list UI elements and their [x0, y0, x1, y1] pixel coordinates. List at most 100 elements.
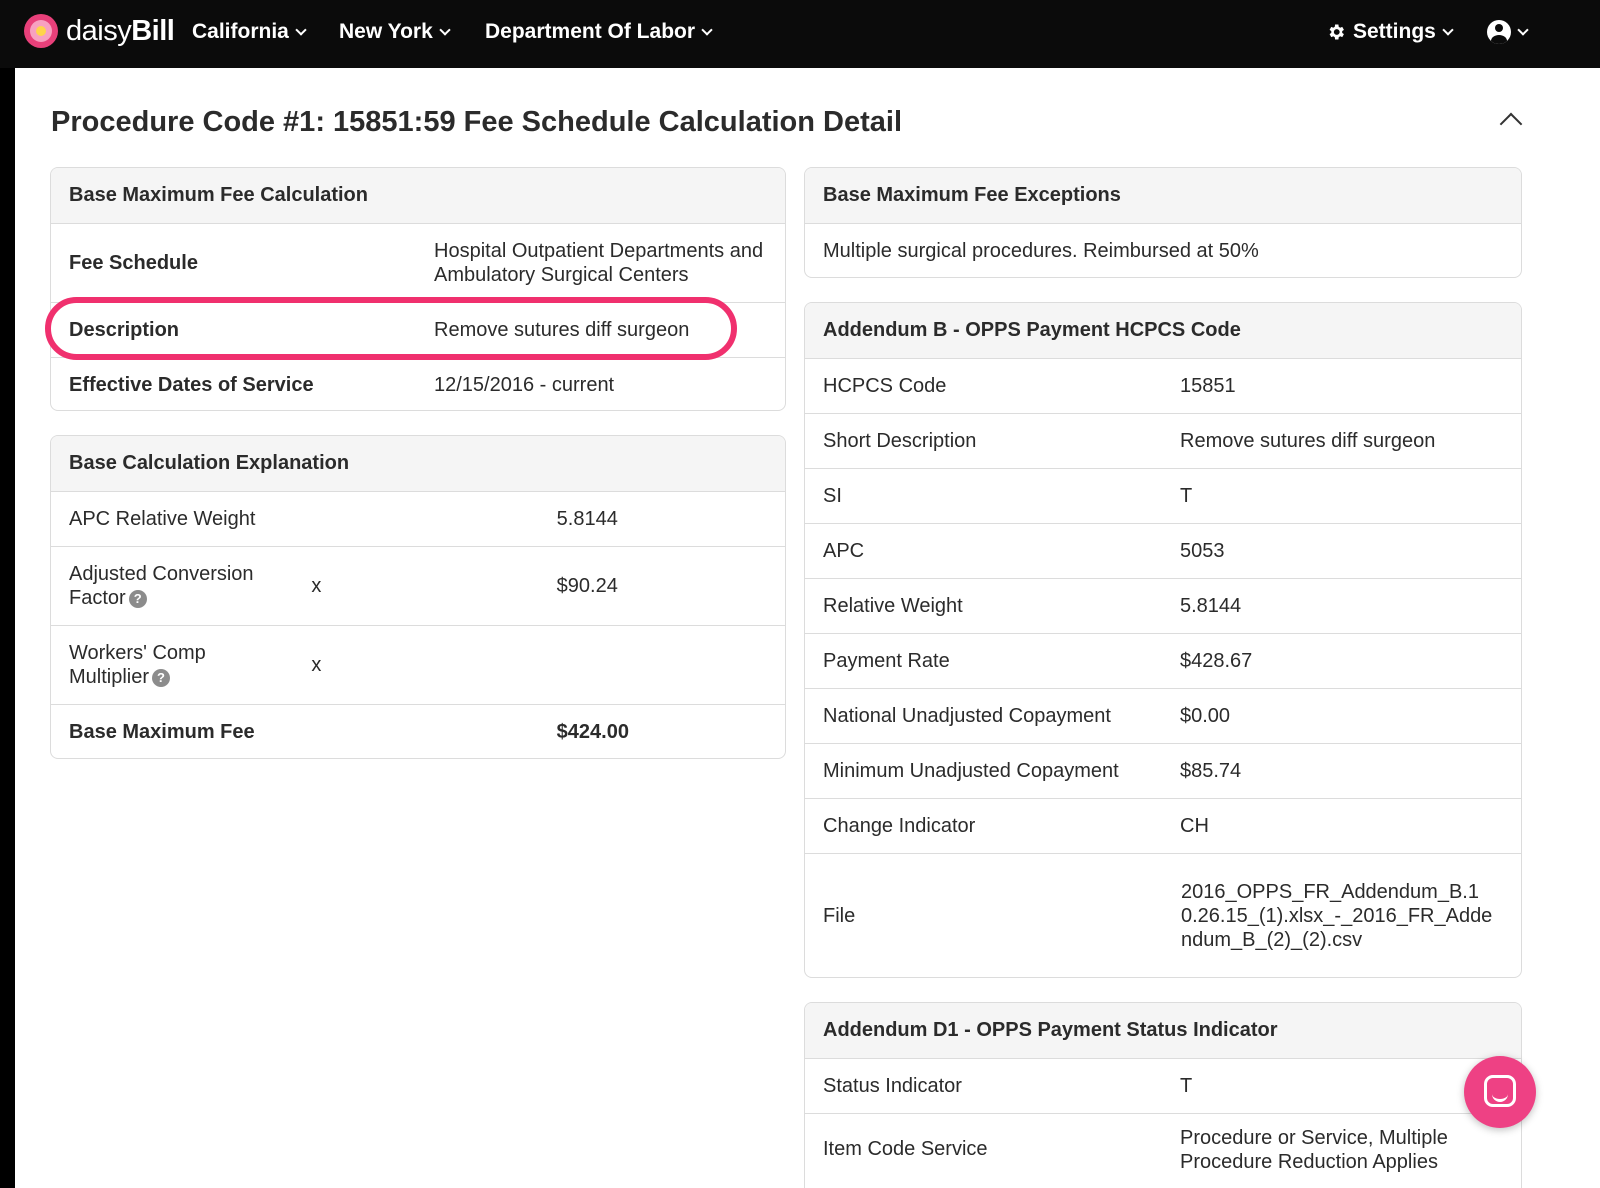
table-row: Fee Schedule Hospital Outpatient Departm… — [51, 224, 785, 303]
table-row: Change Indicator CH — [805, 799, 1521, 854]
content-panel: Procedure Code #1: 15851:59 Fee Schedule… — [15, 68, 1600, 1188]
row-value: Remove sutures diff surgeon — [1180, 429, 1436, 452]
user-menu-dropdown[interactable] — [1487, 20, 1529, 44]
table-row: Workers' Comp Multiplier? x — [51, 626, 785, 705]
table-row: Payment Rate $428.67 — [805, 634, 1521, 689]
daisy-flower-icon — [24, 14, 58, 48]
row-label: Short Description — [823, 429, 977, 452]
page-title: Procedure Code #1: 15851:59 Fee Schedule… — [51, 106, 902, 139]
table-row: Short Description Remove sutures diff su… — [805, 414, 1521, 469]
chat-bubble-icon — [1484, 1075, 1516, 1107]
row-operator: x — [311, 574, 322, 597]
row-label: Status Indicator — [823, 1074, 962, 1097]
table-row: Minimum Unadjusted Copayment $85.74 — [805, 744, 1521, 799]
addendum-d1-card: Addendum D1 - OPPS Payment Status Indica… — [804, 1002, 1522, 1188]
row-value: 2016_OPPS_FR_Addendum_B.10.26.15_(1).xls… — [1181, 881, 1493, 951]
row-value: 5.8144 — [1180, 594, 1242, 617]
table-row: APC Relative Weight 5.8144 — [51, 492, 785, 547]
user-avatar-icon — [1487, 20, 1511, 44]
row-value: $424.00 — [556, 720, 629, 743]
row-label-with-help: Workers' Comp Multiplier? — [51, 641, 293, 689]
card-header: Addendum D1 - OPPS Payment Status Indica… — [805, 1003, 1521, 1059]
table-row: Item Code Service Procedure or Service, … — [805, 1114, 1521, 1188]
base-fee-calculation-card: Base Maximum Fee Calculation Fee Schedul… — [50, 167, 786, 411]
row-label: National Unadjusted Copayment — [823, 704, 1111, 727]
card-header: Base Calculation Explanation — [51, 436, 785, 492]
row-value: $85.74 — [1180, 759, 1242, 782]
row-label: SI — [823, 484, 842, 507]
daisybill-logo[interactable]: daisyBill — [24, 14, 175, 48]
row-label: Relative Weight — [823, 594, 963, 617]
row-value: 12/15/2016 - current — [434, 373, 615, 396]
exceptions-text: Multiple surgical procedures. Reimbursed… — [823, 239, 1259, 262]
row-label: Minimum Unadjusted Copayment — [823, 759, 1119, 782]
row-label: Fee Schedule — [69, 251, 198, 274]
row-value: Hospital Outpatient Departments and Ambu… — [434, 240, 764, 286]
row-value: T — [1180, 484, 1193, 507]
row-label: Payment Rate — [823, 649, 950, 672]
row-value: CH — [1180, 814, 1209, 837]
nav-new-york-dropdown[interactable]: New York — [339, 20, 451, 44]
table-row: SI T — [805, 469, 1521, 524]
card-header: Addendum B - OPPS Payment HCPCS Code — [805, 303, 1521, 359]
question-mark-help-icon[interactable]: ? — [152, 668, 171, 687]
row-label: Effective Dates of Service — [69, 373, 314, 396]
chevron-down-icon — [439, 23, 451, 36]
nav-label: California — [192, 20, 289, 43]
page-title-code: Procedure Code #1: 15851:59 — [51, 106, 456, 138]
row-label: APC — [823, 539, 865, 562]
table-row: Base Maximum Fee $424.00 — [51, 705, 785, 758]
row-label: Base Maximum Fee — [69, 720, 255, 743]
table-row: File 2016_OPPS_FR_Addendum_B.10.26.15_(1… — [805, 854, 1521, 977]
row-value: Procedure or Service, Multiple Procedure… — [1180, 1127, 1448, 1173]
logo-suffix: Bill — [131, 14, 175, 47]
table-row: HCPCS Code 15851 — [805, 359, 1521, 414]
table-row: Adjusted Conversion Factor? x $90.24 — [51, 547, 785, 626]
row-label: APC Relative Weight — [69, 507, 256, 530]
question-mark-help-icon[interactable]: ? — [128, 589, 147, 608]
row-operator: x — [311, 653, 322, 676]
table-row: Multiple surgical procedures. Reimbursed… — [805, 224, 1521, 277]
nav-label: New York — [339, 20, 433, 43]
row-label: Workers' Comp Multiplier — [69, 642, 206, 688]
table-row: Effective Dates of Service 12/15/2016 - … — [51, 358, 785, 410]
row-value: $0.00 — [1180, 704, 1231, 727]
nav-california-dropdown[interactable]: California — [192, 20, 307, 44]
table-row: APC 5053 — [805, 524, 1521, 579]
gear-icon — [1329, 24, 1344, 40]
chevron-down-icon — [295, 23, 307, 36]
row-label: File — [823, 904, 856, 927]
page-title-rest: Fee Schedule Calculation Detail — [463, 106, 902, 138]
base-fee-exceptions-card: Base Maximum Fee Exceptions Multiple sur… — [804, 167, 1522, 278]
table-row: National Unadjusted Copayment $0.00 — [805, 689, 1521, 744]
chevron-down-icon — [1517, 23, 1529, 36]
nav-label: Department Of Labor — [485, 20, 696, 43]
collapse-chevron-up-icon[interactable] — [1499, 112, 1523, 136]
addendum-b-card: Addendum B - OPPS Payment HCPCS Code HCP… — [804, 302, 1522, 978]
row-label: Adjusted Conversion Factor — [69, 563, 254, 609]
row-label: HCPCS Code — [823, 374, 947, 397]
logo-prefix: daisy — [66, 14, 132, 47]
row-label: Item Code Service — [823, 1138, 988, 1160]
logo-text: daisyBill — [66, 14, 175, 48]
chat-launcher-button[interactable] — [1464, 1056, 1536, 1128]
row-label-with-help: Adjusted Conversion Factor? — [51, 562, 293, 610]
row-value: $428.67 — [1180, 649, 1253, 672]
chevron-down-icon — [1442, 23, 1454, 36]
row-label: Change Indicator — [823, 814, 976, 837]
row-value: 15851 — [1180, 374, 1236, 397]
top-navbar: daisyBill California New York Department… — [0, 0, 1600, 68]
card-header: Base Maximum Fee Exceptions — [805, 168, 1521, 224]
row-value: 5053 — [1180, 539, 1225, 562]
nav-department-of-labor-dropdown[interactable]: Department Of Labor — [485, 20, 713, 44]
row-value: 5.8144 — [556, 507, 618, 530]
description-highlight-outline — [45, 297, 737, 360]
card-header: Base Maximum Fee Calculation — [51, 168, 785, 224]
base-calculation-explanation-card: Base Calculation Explanation APC Relativ… — [50, 435, 786, 759]
settings-dropdown[interactable]: Settings — [1326, 20, 1454, 44]
chevron-down-icon — [701, 23, 713, 36]
table-row: Relative Weight 5.8144 — [805, 579, 1521, 634]
row-value: $90.24 — [556, 574, 618, 597]
settings-label: Settings — [1353, 20, 1436, 43]
table-row: Status Indicator T — [805, 1059, 1521, 1114]
